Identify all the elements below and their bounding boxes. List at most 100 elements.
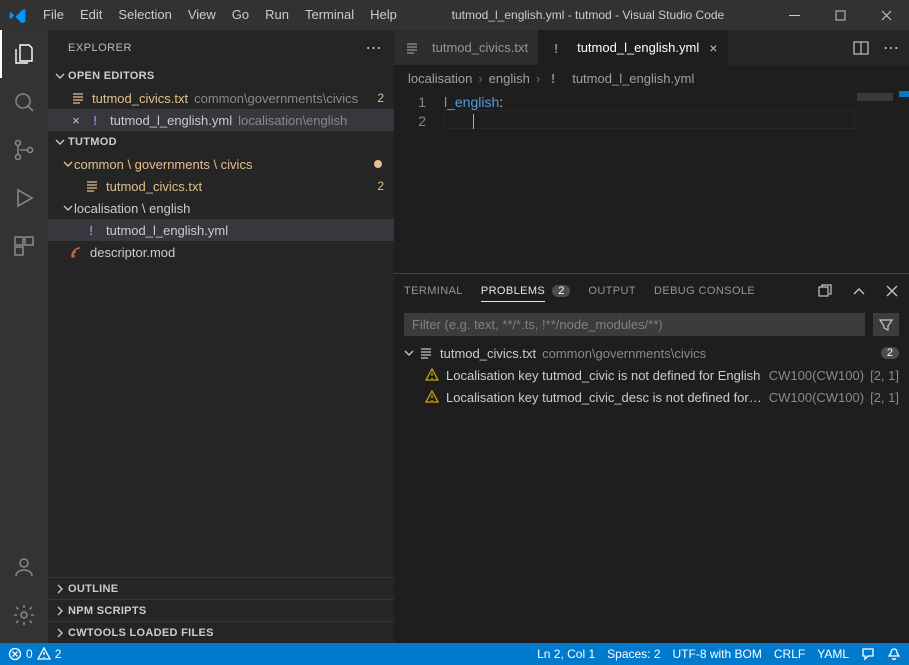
tab-english[interactable]: ! tutmod_l_english.yml × bbox=[539, 30, 728, 65]
panel-tab-problems[interactable]: PROBLEMS bbox=[481, 281, 545, 302]
section-project[interactable]: TUTMOD bbox=[48, 131, 394, 153]
split-editor-icon[interactable] bbox=[853, 40, 869, 56]
code-editor[interactable]: 1 2 l_english: bbox=[394, 91, 909, 273]
line-number: 2 bbox=[394, 112, 426, 131]
problem-item[interactable]: Localisation key tutmod_civic is not def… bbox=[394, 364, 909, 386]
panel-tab-debug-console[interactable]: DEBUG CONSOLE bbox=[654, 281, 755, 301]
problem-item[interactable]: Localisation key tutmod_civic_desc is no… bbox=[394, 386, 909, 408]
line-number: 1 bbox=[394, 93, 426, 112]
problem-position: [2, 1] bbox=[864, 390, 899, 405]
modified-badge: 2 bbox=[377, 91, 394, 105]
svg-text:!: ! bbox=[89, 223, 93, 237]
status-encoding[interactable]: UTF-8 with BOM bbox=[673, 647, 762, 661]
modified-badge: 2 bbox=[377, 179, 394, 193]
menu-go[interactable]: Go bbox=[224, 0, 257, 30]
menu-help[interactable]: Help bbox=[362, 0, 405, 30]
status-language[interactable]: YAML bbox=[817, 647, 849, 661]
close-icon[interactable]: × bbox=[705, 40, 717, 56]
tab-civics[interactable]: tutmod_civics.txt bbox=[394, 30, 539, 65]
activity-run-debug[interactable] bbox=[0, 174, 48, 222]
file-path: common\governments\civics bbox=[536, 346, 706, 361]
section-cwtools[interactable]: CWTOOLS LOADED FILES bbox=[48, 621, 394, 643]
code-token: : bbox=[499, 94, 503, 110]
activity-source-control[interactable] bbox=[0, 126, 48, 174]
file-icon: ! bbox=[88, 112, 104, 128]
chevron-down-icon bbox=[52, 70, 68, 82]
menu-file[interactable]: File bbox=[35, 0, 72, 30]
breadcrumb-item[interactable]: tutmod_l_english.yml bbox=[572, 71, 694, 86]
code-token: l_english bbox=[444, 94, 499, 110]
explorer-sidebar: EXPLORER ⋯ OPEN EDITORS tutmod_civics.tx… bbox=[48, 30, 394, 643]
chevron-right-icon: › bbox=[476, 71, 484, 86]
breadcrumb-item[interactable]: localisation bbox=[408, 71, 472, 86]
close-button[interactable] bbox=[863, 0, 909, 30]
svg-text:!: ! bbox=[551, 71, 555, 85]
sidebar-title: EXPLORER bbox=[68, 42, 366, 54]
section-open-editors[interactable]: OPEN EDITORS bbox=[48, 65, 394, 87]
activity-extensions[interactable] bbox=[0, 222, 48, 270]
section-npm-scripts[interactable]: NPM SCRIPTS bbox=[48, 599, 394, 621]
file-name: descriptor.mod bbox=[90, 245, 175, 260]
overview-ruler[interactable] bbox=[895, 91, 909, 273]
file-row[interactable]: tutmod_civics.txt 2 bbox=[48, 175, 394, 197]
status-eol[interactable]: CRLF bbox=[774, 647, 805, 661]
section-label: OUTLINE bbox=[68, 583, 118, 595]
activity-settings[interactable] bbox=[0, 591, 48, 639]
warning-icon bbox=[424, 389, 440, 405]
titlebar: File Edit Selection View Go Run Terminal… bbox=[0, 0, 909, 30]
sidebar-more-icon[interactable]: ⋯ bbox=[366, 38, 383, 58]
folder-row[interactable]: common \ governments \ civics bbox=[48, 153, 394, 175]
maximize-button[interactable] bbox=[817, 0, 863, 30]
panel-close-icon[interactable] bbox=[885, 284, 899, 298]
folder-row[interactable]: localisation \ english bbox=[48, 197, 394, 219]
filter-icon[interactable] bbox=[873, 313, 899, 336]
section-label: CWTOOLS LOADED FILES bbox=[68, 627, 214, 639]
section-label: TUTMOD bbox=[68, 136, 117, 148]
status-cursor-position[interactable]: Ln 2, Col 1 bbox=[537, 647, 595, 661]
file-icon bbox=[418, 345, 434, 361]
status-bar: 0 2 Ln 2, Col 1 Spaces: 2 UTF-8 with BOM… bbox=[0, 643, 909, 665]
svg-text:!: ! bbox=[554, 41, 558, 55]
activity-search[interactable] bbox=[0, 78, 48, 126]
open-editor-item[interactable]: × ! tutmod_l_english.yml localisation\en… bbox=[48, 109, 394, 131]
chevron-right-icon bbox=[52, 583, 68, 595]
problem-count-badge: 2 bbox=[881, 347, 899, 359]
breadcrumb[interactable]: localisation › english › ! tutmod_l_engl… bbox=[394, 65, 909, 91]
menu-edit[interactable]: Edit bbox=[72, 0, 110, 30]
panel-restore-icon[interactable] bbox=[817, 283, 833, 299]
activity-bar bbox=[0, 30, 48, 643]
activity-explorer[interactable] bbox=[0, 30, 48, 78]
section-outline[interactable]: OUTLINE bbox=[48, 577, 394, 599]
menu-view[interactable]: View bbox=[180, 0, 224, 30]
status-bell-icon[interactable] bbox=[887, 647, 901, 661]
problems-filter-input[interactable] bbox=[404, 313, 865, 336]
svg-text:!: ! bbox=[93, 113, 97, 127]
file-row[interactable]: ! tutmod_l_english.yml bbox=[48, 219, 394, 241]
breadcrumb-item[interactable]: english bbox=[489, 71, 530, 86]
file-icon: ! bbox=[546, 70, 562, 86]
minimap[interactable] bbox=[855, 91, 895, 273]
more-icon[interactable]: ⋯ bbox=[883, 38, 899, 58]
file-icon: ! bbox=[549, 40, 565, 56]
problem-file-row[interactable]: tutmod_civics.txt common\governments\civ… bbox=[394, 342, 909, 364]
file-row[interactable]: descriptor.mod bbox=[48, 241, 394, 263]
menu-terminal[interactable]: Terminal bbox=[297, 0, 362, 30]
problem-message: Localisation key tutmod_civic is not def… bbox=[446, 368, 760, 383]
problems-list: tutmod_civics.txt common\governments\civ… bbox=[394, 342, 909, 643]
file-icon bbox=[404, 40, 420, 56]
panel-maximize-icon[interactable] bbox=[851, 283, 867, 299]
status-indentation[interactable]: Spaces: 2 bbox=[607, 647, 660, 661]
menu-run[interactable]: Run bbox=[257, 0, 297, 30]
open-editor-item[interactable]: tutmod_civics.txt common\governments\civ… bbox=[48, 87, 394, 109]
panel-tab-terminal[interactable]: TERMINAL bbox=[404, 281, 463, 301]
activity-accounts[interactable] bbox=[0, 543, 48, 591]
menu-selection[interactable]: Selection bbox=[110, 0, 179, 30]
section-label: OPEN EDITORS bbox=[68, 70, 155, 82]
minimize-button[interactable] bbox=[771, 0, 817, 30]
status-feedback-icon[interactable] bbox=[861, 647, 875, 661]
panel-tab-output[interactable]: OUTPUT bbox=[588, 281, 636, 301]
menu-bar: File Edit Selection View Go Run Terminal… bbox=[35, 0, 405, 30]
status-errors[interactable]: 0 2 bbox=[8, 647, 61, 661]
close-icon[interactable]: × bbox=[68, 113, 84, 128]
tab-label: tutmod_civics.txt bbox=[432, 40, 528, 55]
